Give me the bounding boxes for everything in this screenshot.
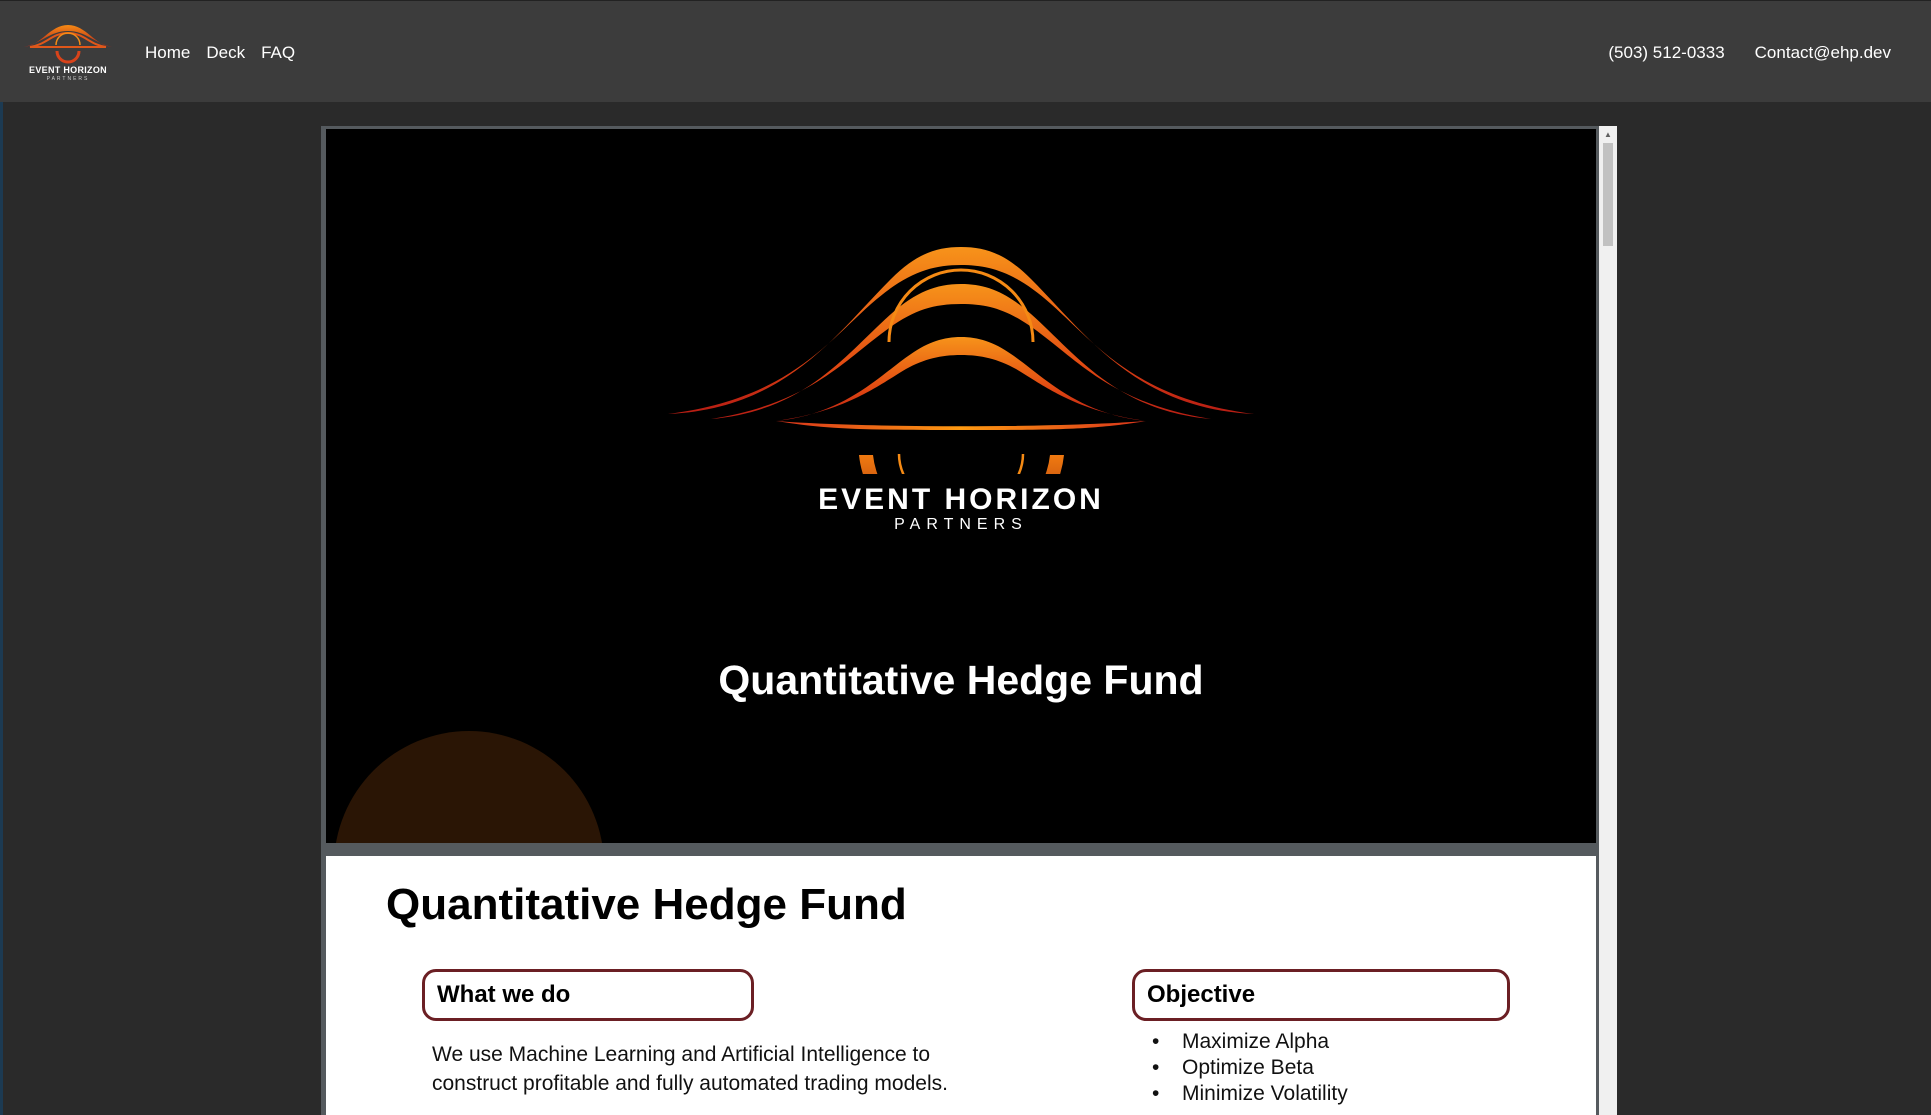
top-navbar: EVENT HORIZON PARTNERS Home Deck FAQ (50… xyxy=(0,0,1931,102)
slide-logo-name: EVENT HORIZON xyxy=(818,483,1104,516)
black-hole-logo-icon xyxy=(24,25,112,64)
email-link[interactable]: Contact@ehp.dev xyxy=(1755,43,1891,63)
brand-logo[interactable]: EVENT HORIZON PARTNERS xyxy=(22,19,114,83)
deck-viewer[interactable]: EVENT HORIZON PARTNERS Quantitative Hedg… xyxy=(321,126,1617,1115)
list-item: Optimize Beta xyxy=(1152,1055,1348,1081)
main-nav: Home Deck FAQ xyxy=(145,43,295,63)
list-item: Maximize Alpha xyxy=(1152,1029,1348,1055)
scrollbar-thumb[interactable] xyxy=(1603,143,1613,246)
overview-title: Quantitative Hedge Fund xyxy=(386,880,907,929)
phone-link[interactable]: (503) 512-0333 xyxy=(1608,43,1724,63)
nav-deck-link[interactable]: Deck xyxy=(206,43,245,63)
brand-name: EVENT HORIZON xyxy=(29,65,107,75)
slide-logo-subtitle: PARTNERS xyxy=(894,516,1028,533)
page-edge xyxy=(0,0,3,1115)
nav-faq-link[interactable]: FAQ xyxy=(261,43,295,63)
title-slide: EVENT HORIZON PARTNERS Quantitative Hedg… xyxy=(326,129,1596,843)
overview-slide: Quantitative Hedge Fund What we do We us… xyxy=(326,856,1596,1115)
nav-home-link[interactable]: Home xyxy=(145,43,190,63)
list-item: Minimize Volatility xyxy=(1152,1081,1348,1107)
vertical-scrollbar[interactable]: ▲ xyxy=(1599,126,1617,1115)
contact-info: (503) 512-0333 Contact@ehp.dev xyxy=(1608,43,1891,63)
scroll-up-arrow-icon[interactable]: ▲ xyxy=(1599,126,1617,143)
what-we-do-heading: What we do xyxy=(422,969,754,1021)
decorative-circle xyxy=(334,731,604,843)
slide-title: Quantitative Hedge Fund xyxy=(718,657,1204,703)
what-we-do-text: We use Machine Learning and Artificial I… xyxy=(432,1043,948,1095)
slides-scroll-area[interactable]: EVENT HORIZON PARTNERS Quantitative Hedg… xyxy=(326,129,1596,1115)
event-horizon-logo-icon xyxy=(668,247,1254,474)
brand-subtitle: PARTNERS xyxy=(46,76,90,82)
objective-heading: Objective xyxy=(1132,969,1510,1021)
objective-list: Maximize Alpha Optimize Beta Minimize Vo… xyxy=(1152,1029,1348,1107)
